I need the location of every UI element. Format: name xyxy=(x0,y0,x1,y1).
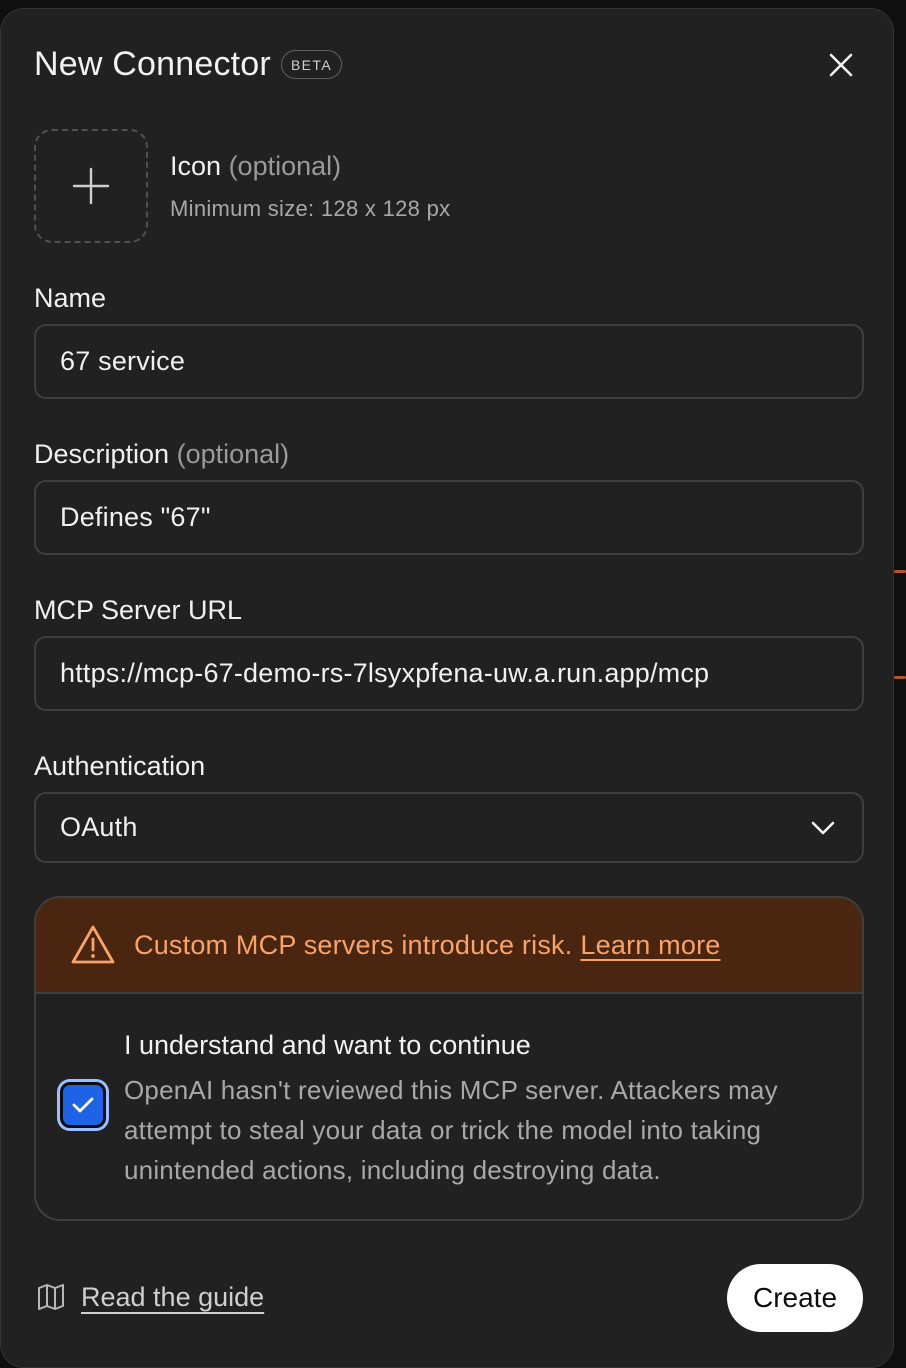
auth-label: Authentication xyxy=(34,751,206,781)
auth-select[interactable]: OAuth xyxy=(34,792,864,863)
warning-triangle-icon xyxy=(71,925,115,964)
auth-value: OAuth xyxy=(60,812,138,842)
description-label: Description (optional) xyxy=(34,439,289,470)
dialog-header: New Connector BETA xyxy=(34,45,343,84)
acknowledge-checkbox[interactable] xyxy=(60,1082,106,1128)
new-connector-dialog: New Connector BETA Icon (optional) Minim… xyxy=(0,8,894,1368)
url-label: MCP Server URL xyxy=(34,595,243,625)
beta-badge: BETA xyxy=(280,50,343,79)
dialog-title: New Connector xyxy=(34,45,271,83)
risk-warning-header: Custom MCP servers introduce risk. Learn … xyxy=(36,898,862,994)
name-input[interactable]: 67 service xyxy=(34,324,864,399)
icon-upload-button[interactable] xyxy=(34,129,148,243)
risk-warning-panel: Custom MCP servers introduce risk. Learn … xyxy=(34,896,864,1221)
icon-size-hint: Minimum size: 128 x 128 px xyxy=(170,196,451,221)
description-optional-text: (optional) xyxy=(176,439,290,469)
description-label-text: Description xyxy=(34,439,170,469)
url-input[interactable]: https://mcp-67-demo-rs-7lsyxpfena-uw.a.r… xyxy=(34,636,864,711)
create-button[interactable]: Create xyxy=(727,1264,863,1332)
close-icon xyxy=(829,53,853,77)
name-label: Name xyxy=(34,283,107,313)
risk-warning-message: Custom MCP servers introduce risk. xyxy=(134,929,573,960)
backdrop-accent-line xyxy=(894,570,906,573)
plus-icon xyxy=(72,167,110,205)
acknowledge-description: OpenAI hasn't reviewed this MCP server. … xyxy=(124,1075,778,1185)
backdrop-edge xyxy=(892,380,906,700)
check-icon xyxy=(72,1097,94,1113)
learn-more-link[interactable]: Learn more xyxy=(580,930,720,960)
icon-optional-text: (optional) xyxy=(228,151,342,181)
read-guide-link[interactable]: Read the guide xyxy=(35,1281,264,1313)
icon-label-text: Icon xyxy=(170,151,222,181)
book-icon xyxy=(38,1284,64,1310)
read-guide-text: Read the guide xyxy=(81,1281,265,1312)
url-value: https://mcp-67-demo-rs-7lsyxpfena-uw.a.r… xyxy=(60,658,710,688)
description-value: Defines "67" xyxy=(60,502,211,532)
risk-warning-text: Custom MCP servers introduce risk. Learn … xyxy=(134,930,721,961)
acknowledge-title: I understand and want to continue xyxy=(124,1030,531,1060)
icon-label: Icon (optional) xyxy=(170,151,450,182)
chevron-down-icon xyxy=(811,821,835,834)
close-button[interactable] xyxy=(825,49,857,81)
backdrop-accent-line xyxy=(894,676,906,679)
icon-meta: Icon (optional) Minimum size: 128 x 128 … xyxy=(170,151,450,222)
description-input[interactable]: Defines "67" xyxy=(34,480,864,555)
risk-acknowledgement: I understand and want to continue OpenAI… xyxy=(36,994,862,1219)
name-value: 67 service xyxy=(60,346,186,376)
